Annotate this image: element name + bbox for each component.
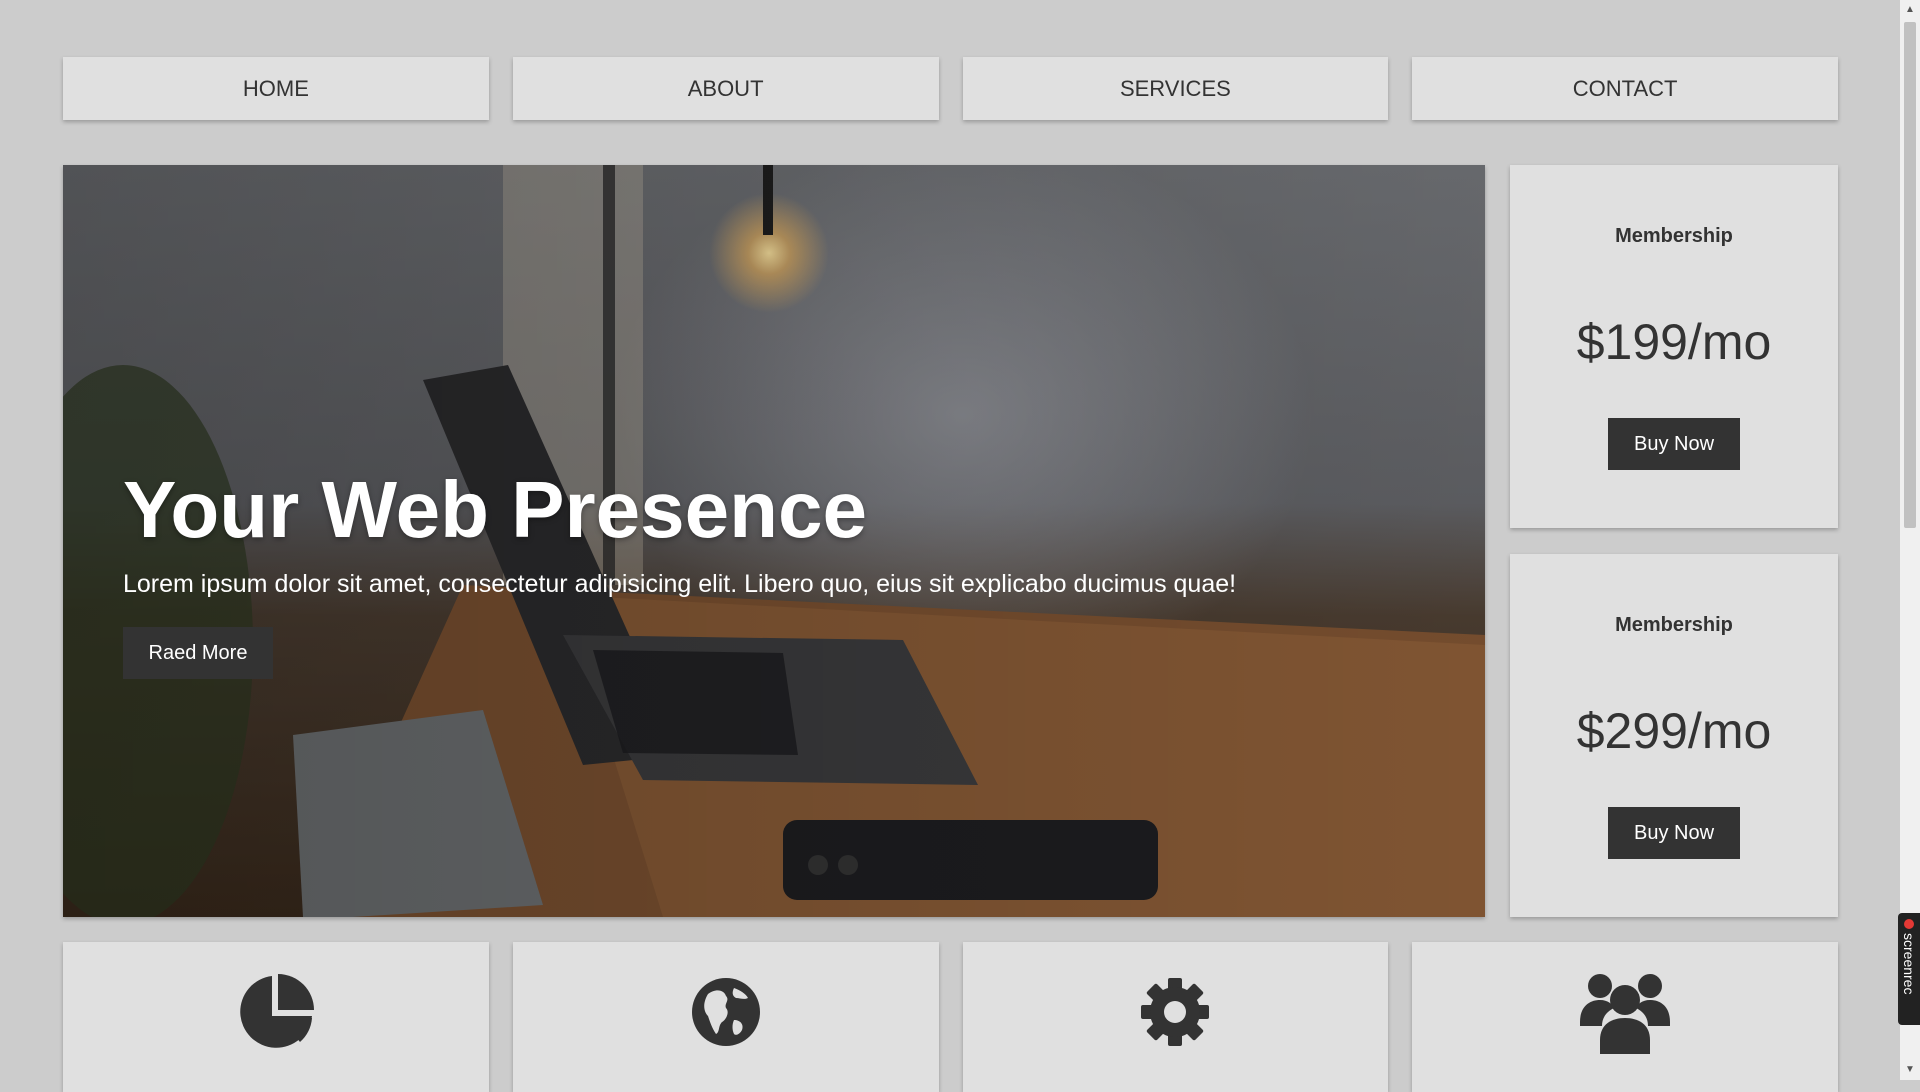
record-icon — [1904, 919, 1914, 929]
pricing-amount: $299/mo — [1576, 703, 1772, 759]
read-more-button[interactable]: Raed More — [123, 627, 273, 679]
nav-contact[interactable]: CONTACT — [1412, 57, 1838, 120]
globe-icon — [691, 978, 760, 1046]
pricing-title: Membership — [1615, 614, 1733, 636]
feature-card-settings — [962, 942, 1389, 1092]
feature-card-global — [512, 942, 939, 1092]
hero-title: Your Web Presence — [123, 465, 867, 554]
scroll-thumb[interactable] — [1904, 22, 1916, 528]
pricing-card-2: Membership $299/mo Buy Now — [1510, 554, 1838, 917]
feature-cards — [63, 942, 1838, 1092]
buy-now-button[interactable]: Buy Now — [1608, 807, 1740, 859]
nav-services[interactable]: SERVICES — [962, 57, 1389, 120]
pricing-amount: $199/mo — [1576, 314, 1772, 370]
scroll-up-icon[interactable]: ▲ — [1900, 0, 1920, 20]
hero-description: Lorem ipsum dolor sit amet, consectetur … — [123, 570, 1237, 598]
nav-about[interactable]: ABOUT — [512, 57, 939, 120]
buy-now-button[interactable]: Buy Now — [1608, 418, 1740, 470]
hero-content: Your Web Presence Lorem ipsum dolor sit … — [123, 470, 1443, 679]
hero-showcase: Your Web Presence Lorem ipsum dolor sit … — [63, 165, 1485, 917]
screen-recorder-label: screenrec — [1901, 933, 1917, 995]
gear-icon — [1141, 978, 1210, 1046]
users-icon — [1580, 974, 1671, 1054]
top-nav: HOME ABOUT SERVICES CONTACT — [63, 57, 1838, 120]
feature-card-analytics — [63, 942, 489, 1092]
pie-chart-icon — [240, 974, 314, 1048]
pricing-title: Membership — [1615, 225, 1733, 247]
pricing-card-1: Membership $199/mo Buy Now — [1510, 165, 1838, 528]
scroll-down-icon[interactable]: ▼ — [1900, 1060, 1920, 1080]
nav-home[interactable]: HOME — [63, 57, 489, 120]
screen-recorder-tab[interactable]: screenrec — [1898, 913, 1920, 1025]
feature-card-team — [1412, 942, 1838, 1092]
